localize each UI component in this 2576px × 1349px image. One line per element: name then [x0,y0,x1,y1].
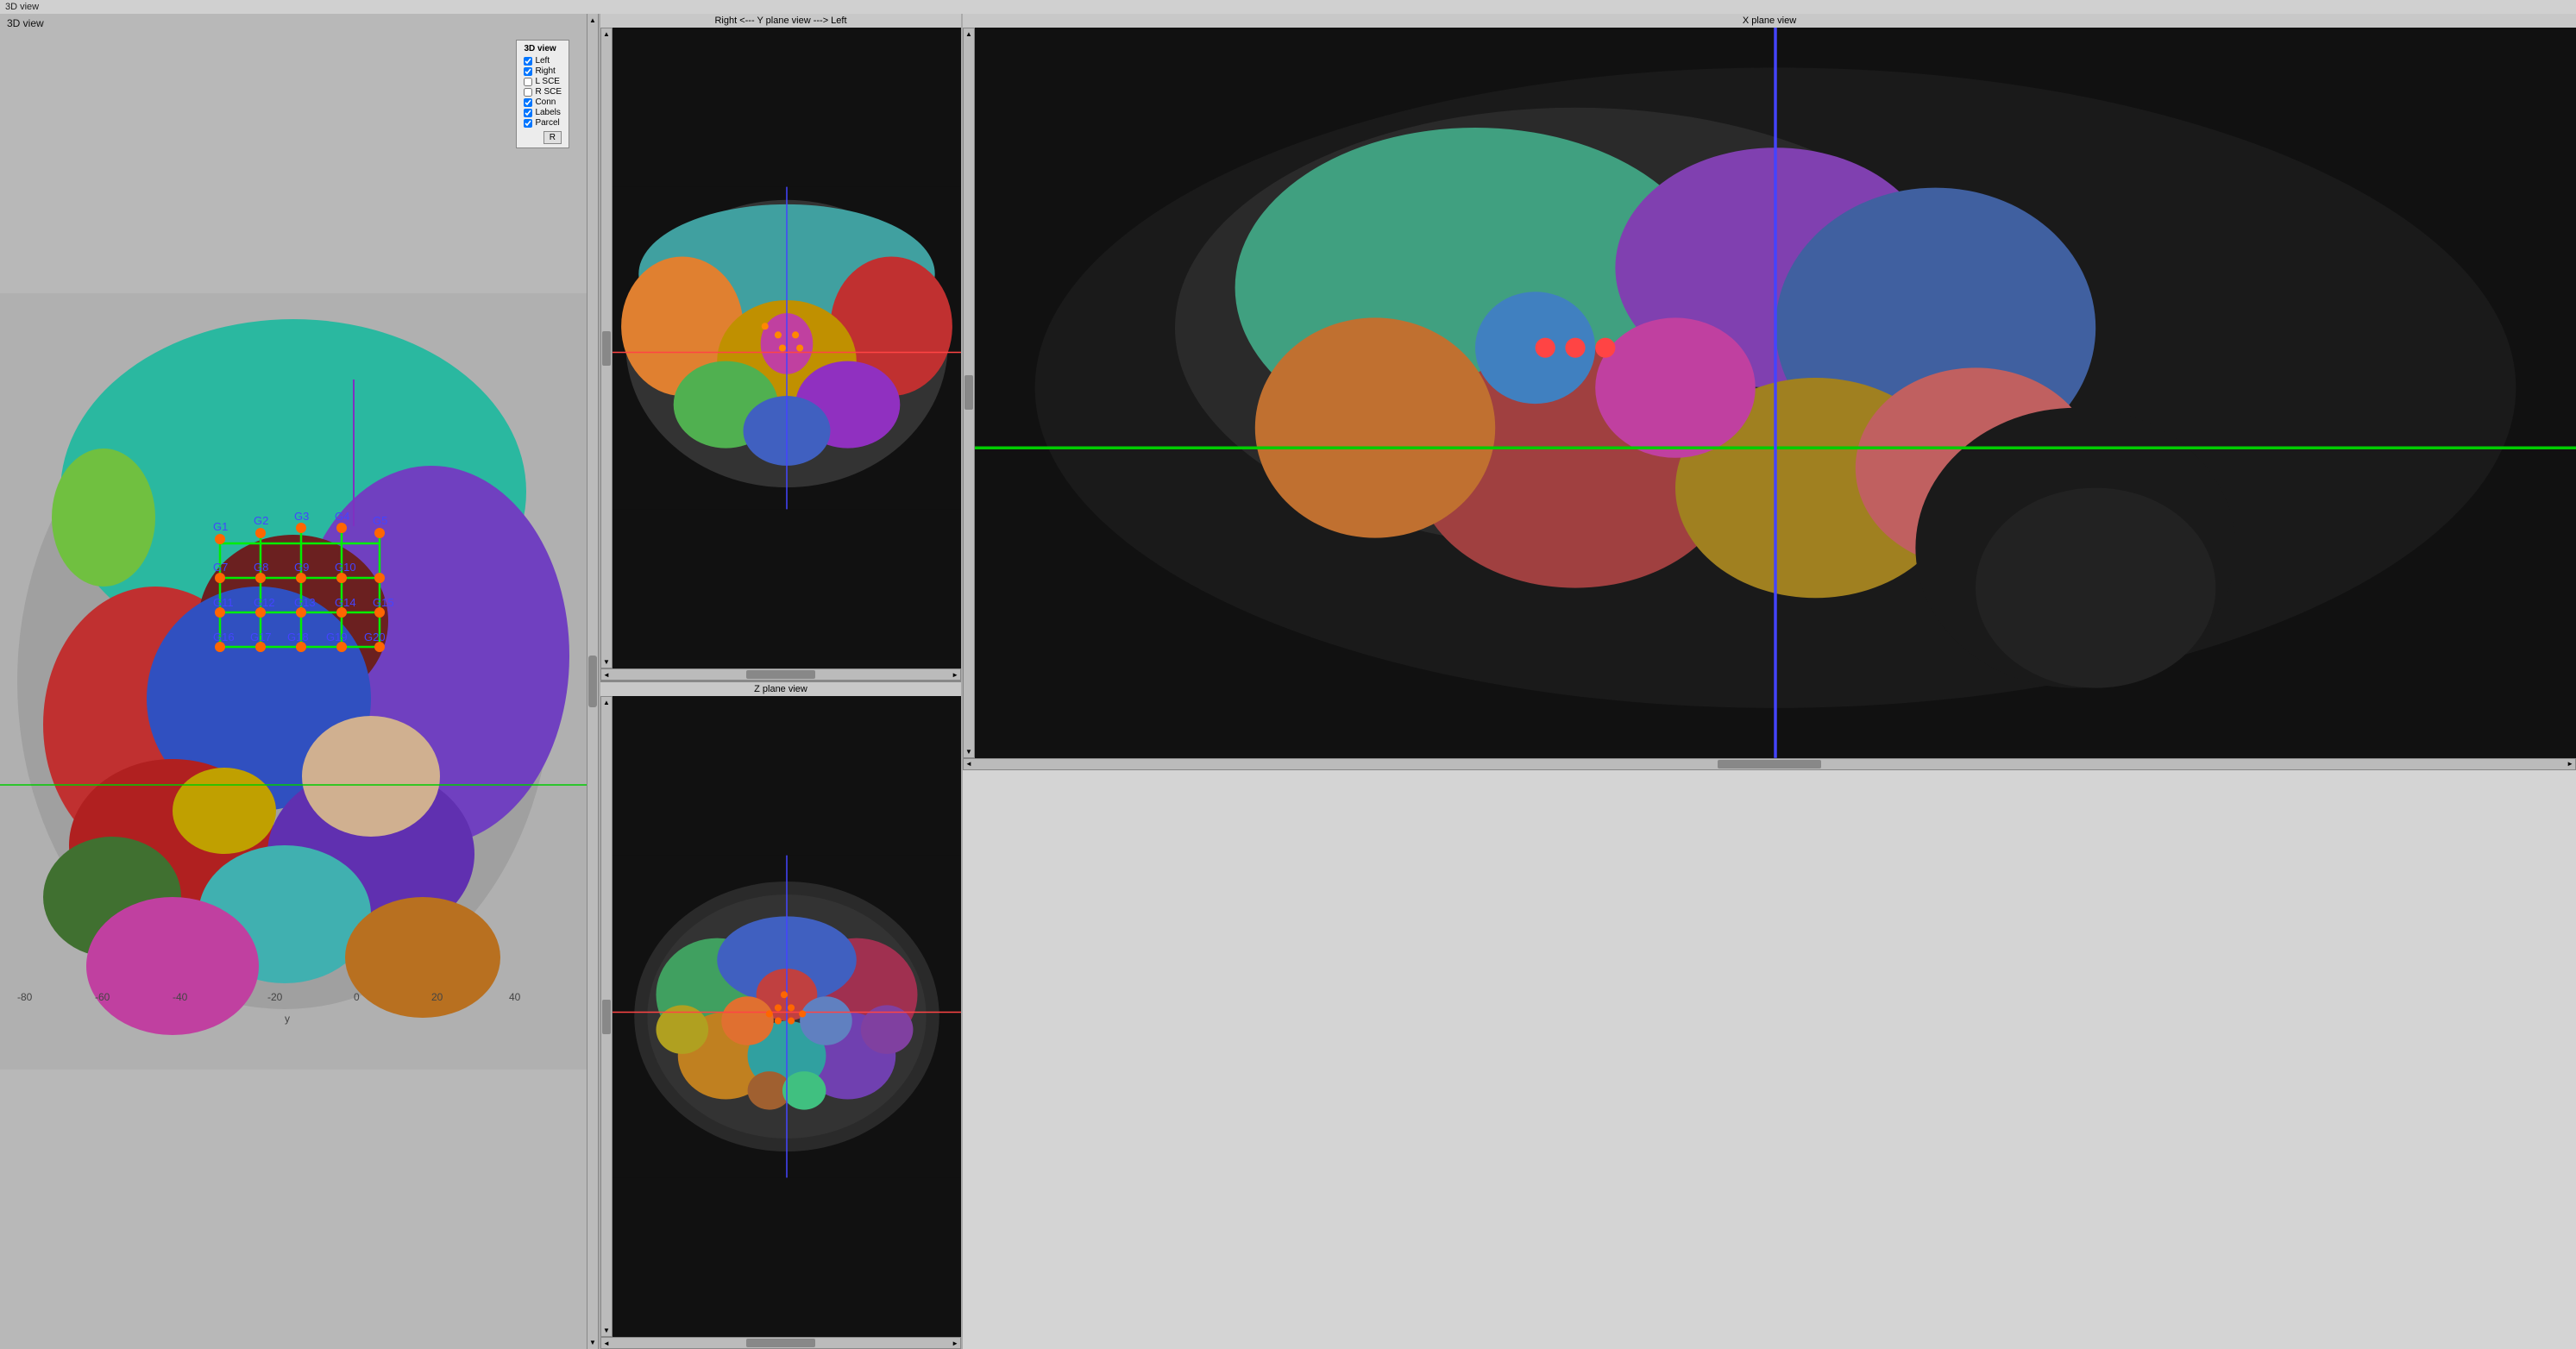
x-sb-up[interactable]: ▲ [964,28,974,40]
main-layout: 3D view [0,14,2576,1349]
x-sb-down[interactable]: ▼ [964,746,974,757]
legend-lsce-checkbox[interactable] [524,78,532,86]
svg-text:G1: G1 [213,520,228,533]
legend-conn[interactable]: Conn [524,97,562,107]
x-plane-scrollbar-v[interactable]: ▲ ▼ [963,28,975,758]
svg-text:G5: G5 [373,514,387,527]
legend-parcel-checkbox[interactable] [524,119,532,128]
legend-lsce-label: L SCE [535,77,560,86]
x-plane-title: X plane view [963,14,2576,28]
x-sb-h-thumb[interactable] [1718,760,1821,769]
svg-text:-20: -20 [267,991,283,1003]
z-sb-left[interactable]: ◄ [601,1338,612,1349]
y-plane-scrollbar-v[interactable]: ▲ ▼ [600,28,613,668]
y-plane-panel: Right <--- Y plane view ---> Left ▲ ▼ [600,14,961,681]
z-plane-panel: Z plane view ▲ ▼ [600,681,961,1349]
legend-r-button[interactable]: R [543,131,562,144]
x-sb-thumb[interactable] [964,375,973,410]
legend-right-checkbox[interactable] [524,67,532,76]
legend-left-checkbox[interactable] [524,57,532,66]
svg-text:G13: G13 [294,596,316,609]
z-plane-title: Z plane view [600,682,961,696]
y-sb-left[interactable]: ◄ [601,669,612,681]
svg-text:G7: G7 [213,561,228,574]
right-col: X plane view ▲ ▼ [961,14,2576,1349]
middle-col: Right <--- Y plane view ---> Left ▲ ▼ [599,14,961,1349]
svg-text:G10: G10 [335,561,356,574]
scrollbar-down-arrow[interactable]: ▼ [587,1336,599,1349]
x-sb-right[interactable]: ► [2565,758,2575,769]
y-plane-title-text: Right <--- Y plane view ---> Left [714,16,846,26]
legend-labels-checkbox[interactable] [524,109,532,117]
legend-left[interactable]: Left [524,56,562,66]
y-plane-svg[interactable] [613,28,961,668]
x-plane-panel: X plane view ▲ ▼ [963,14,2576,357]
svg-text:-60: -60 [95,991,110,1003]
legend-3d-box: 3D view Left Right L SCE R SCE Conn [516,40,569,148]
svg-text:G16: G16 [213,631,235,643]
legend-parcel[interactable]: Parcel [524,118,562,128]
z-sb-down[interactable]: ▼ [601,1325,612,1336]
legend-labels[interactable]: Labels [524,108,562,117]
svg-text:G19: G19 [326,631,348,643]
svg-text:G15: G15 [373,596,394,609]
svg-text:G4: G4 [335,510,349,523]
z-sb-thumb[interactable] [602,1000,611,1034]
z-plane-scrollbar-v[interactable]: ▲ ▼ [600,696,613,1337]
svg-text:G3: G3 [294,510,309,523]
z-plane-scrollbar-h[interactable]: ◄ ► [600,1337,961,1349]
svg-text:G18: G18 [287,631,309,643]
app-title-3d: 3D view [5,2,39,12]
z-sb-right[interactable]: ► [950,1338,960,1349]
svg-text:G9: G9 [294,561,309,574]
brain-3d-svg[interactable]: G1 G2 G3 G4 G5 G7 G8 G9 G10 G11 G12 G13 … [0,14,587,1349]
svg-text:-40: -40 [173,991,188,1003]
legend-rsce[interactable]: R SCE [524,87,562,97]
z-sb-h-thumb[interactable] [746,1339,815,1347]
svg-text:40: 40 [509,991,521,1003]
svg-text:G8: G8 [254,561,268,574]
z-sb-up[interactable]: ▲ [601,697,612,708]
svg-text:20: 20 [431,991,443,1003]
x-sb-left[interactable]: ◄ [964,758,974,769]
z-plane-title-text: Z plane view [754,684,807,694]
z-plane-svg[interactable] [613,696,961,1337]
y-plane-title: Right <--- Y plane view ---> Left [600,14,961,28]
view-3d-title: 3D view [7,17,44,29]
svg-text:G12: G12 [254,596,275,609]
scrollbar-thumb[interactable] [588,656,597,707]
y-sb-h-thumb[interactable] [746,670,815,679]
legend-right-label: Right [535,66,555,76]
legend-labels-label: Labels [535,108,560,117]
legend-rsce-checkbox[interactable] [524,88,532,97]
y-sb-down[interactable]: ▼ [601,656,612,668]
scrollbar-3d-right[interactable]: ▲ ▼ [587,14,599,1349]
svg-text:G14: G14 [335,596,356,609]
legend-conn-checkbox[interactable] [524,98,532,107]
legend-lsce[interactable]: L SCE [524,77,562,86]
scrollbar-up-arrow[interactable]: ▲ [587,14,599,27]
svg-text:-80: -80 [17,991,33,1003]
legend-left-label: Left [535,56,550,66]
legend-right[interactable]: Right [524,66,562,76]
legend-conn-label: Conn [535,97,556,107]
x-plane-scrollbar-h[interactable]: ◄ ► [963,758,2576,770]
top-bar: 3D view [0,0,2576,14]
legend-3d-title: 3D view [524,44,562,53]
svg-text:G2: G2 [254,514,268,527]
y-sb-right[interactable]: ► [950,669,960,681]
legend-rsce-label: R SCE [535,87,562,97]
y-plane-scrollbar-h[interactable]: ◄ ► [600,668,961,681]
svg-text:G11: G11 [213,596,234,609]
svg-text:G17: G17 [250,631,272,643]
svg-text:y: y [285,1013,290,1025]
y-sb-up[interactable]: ▲ [601,28,612,40]
x-plane-svg[interactable] [975,28,2576,758]
legend-parcel-label: Parcel [535,118,559,128]
view-3d-panel: 3D view [0,14,587,1349]
y-sb-thumb[interactable] [602,331,611,366]
svg-text:0: 0 [354,991,360,1003]
svg-text:G20: G20 [364,631,386,643]
x-plane-title-text: X plane view [1743,16,1796,26]
